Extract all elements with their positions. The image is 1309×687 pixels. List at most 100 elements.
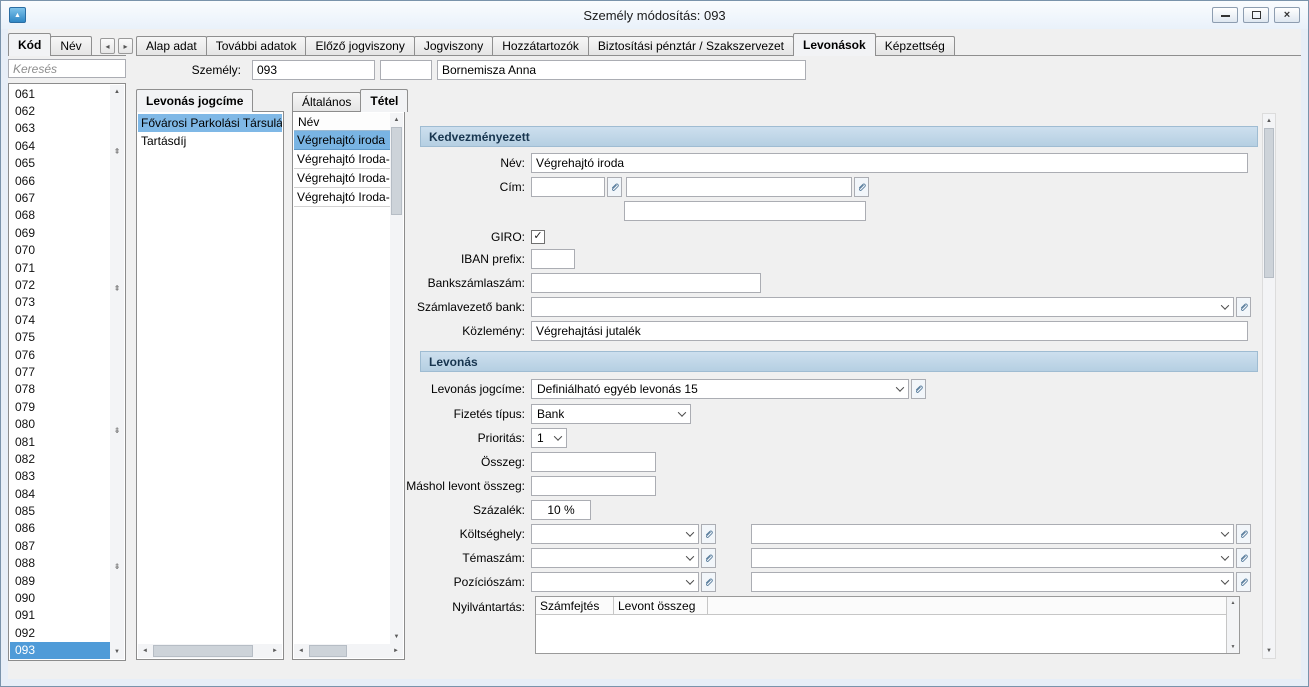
sidebar-tab[interactable]: Kód bbox=[8, 33, 51, 56]
code-list-item[interactable]: 070 bbox=[10, 242, 110, 259]
koltseghely2-select[interactable] bbox=[751, 524, 1234, 544]
close-button[interactable]: × bbox=[1274, 7, 1300, 23]
code-list-item[interactable]: 082 bbox=[10, 450, 110, 467]
code-list-item[interactable]: 081 bbox=[10, 433, 110, 450]
hscroll-thumb[interactable] bbox=[309, 645, 347, 657]
code-list-item[interactable]: 066 bbox=[10, 172, 110, 189]
code-list-item[interactable]: 067 bbox=[10, 189, 110, 206]
tetel-vscrollbar[interactable]: ▲ ▼ bbox=[390, 113, 403, 644]
code-list-item[interactable]: 080 bbox=[10, 415, 110, 432]
osszeg-input[interactable] bbox=[531, 452, 656, 472]
detail-vscrollbar[interactable]: ▲ ▼ bbox=[1262, 113, 1276, 659]
tab-scroll-left-button[interactable]: ◂ bbox=[100, 38, 115, 54]
code-list-item[interactable]: 076 bbox=[10, 346, 110, 363]
titlebar[interactable]: ▲ Személy módosítás: 093 × bbox=[1, 1, 1308, 29]
pozicioszam2-select[interactable] bbox=[751, 572, 1234, 592]
temaszam2-attach-button[interactable] bbox=[1236, 548, 1251, 568]
pozicioszam2-attach-button[interactable] bbox=[1236, 572, 1251, 592]
code-list-item[interactable]: 072 bbox=[10, 276, 110, 293]
code-list-item[interactable]: 073 bbox=[10, 294, 110, 311]
code-list-item[interactable]: 061 bbox=[10, 85, 110, 102]
code-list-item[interactable]: 075 bbox=[10, 328, 110, 345]
code-list-item[interactable]: 087 bbox=[10, 537, 110, 554]
code-list-item[interactable]: 092 bbox=[10, 624, 110, 641]
sidebar-tab[interactable]: Név bbox=[50, 36, 91, 55]
person-extra-input[interactable] bbox=[380, 60, 432, 80]
search-input[interactable] bbox=[8, 59, 126, 78]
fizetes-select[interactable]: Bank bbox=[531, 404, 691, 424]
code-list-item[interactable]: 068 bbox=[10, 207, 110, 224]
scroll-right-button[interactable]: ► bbox=[268, 644, 282, 658]
tab-scroll-right-button[interactable]: ▸ bbox=[118, 38, 133, 54]
scroll-mark-icon[interactable]: ⇟ bbox=[110, 563, 124, 571]
scroll-down-button[interactable]: ▼ bbox=[390, 630, 403, 644]
koltseghely-select[interactable] bbox=[531, 524, 699, 544]
jogcim-list-item[interactable]: Tartásdíj bbox=[138, 132, 282, 150]
scroll-right-button[interactable]: ► bbox=[389, 644, 403, 658]
scroll-up-button[interactable]: ▲ bbox=[1227, 597, 1239, 609]
prioritas-select[interactable]: 1 bbox=[531, 428, 567, 448]
code-list-item[interactable]: 064 bbox=[10, 137, 110, 154]
main-tab[interactable]: Képzettség bbox=[875, 36, 955, 55]
code-list-item[interactable]: 085 bbox=[10, 502, 110, 519]
tetel-tab[interactable]: Tétel bbox=[360, 89, 408, 112]
cim-city-input[interactable] bbox=[626, 177, 852, 197]
temaszam2-select[interactable] bbox=[751, 548, 1234, 568]
koltseghely2-attach-button[interactable] bbox=[1236, 524, 1251, 544]
code-list-item[interactable]: 083 bbox=[10, 468, 110, 485]
cim-zip-input[interactable] bbox=[531, 177, 605, 197]
scroll-down-button[interactable]: ▼ bbox=[1227, 641, 1239, 653]
scroll-down-button[interactable]: ▼ bbox=[1263, 644, 1275, 658]
code-list-item[interactable]: 086 bbox=[10, 520, 110, 537]
cim-street-input[interactable] bbox=[624, 201, 866, 221]
scroll-up-button[interactable]: ▲ bbox=[390, 113, 403, 127]
code-list-item[interactable]: 071 bbox=[10, 259, 110, 276]
main-tab[interactable]: Alap adat bbox=[136, 36, 207, 55]
cim-zip-attach-button[interactable] bbox=[607, 177, 622, 197]
column-header-levont-osszeg[interactable]: Levont összeg bbox=[614, 597, 708, 614]
cim-city-attach-button[interactable] bbox=[854, 177, 869, 197]
koltseghely-attach-button[interactable] bbox=[701, 524, 716, 544]
nev-input[interactable] bbox=[531, 153, 1248, 173]
table-scrollbar[interactable]: ▲ ▼ bbox=[1226, 597, 1239, 653]
mashol-input[interactable] bbox=[531, 476, 656, 496]
szamlavezeto-select[interactable] bbox=[531, 297, 1234, 317]
tetel-hscrollbar[interactable]: ◄ ► bbox=[294, 644, 403, 658]
code-list-item[interactable]: 069 bbox=[10, 224, 110, 241]
code-list-item[interactable]: 089 bbox=[10, 572, 110, 589]
code-list-item[interactable]: 090 bbox=[10, 589, 110, 606]
tetel-list-item[interactable]: Végrehajtó iroda bbox=[294, 131, 391, 150]
jogcim-hscrollbar[interactable]: ◄ ► bbox=[138, 644, 282, 658]
code-list-item[interactable]: 091 bbox=[10, 607, 110, 624]
szamlavezeto-attach-button[interactable] bbox=[1236, 297, 1251, 317]
person-name-input[interactable] bbox=[437, 60, 806, 80]
tetel-list-item[interactable]: Végrehajtó Iroda- bbox=[294, 169, 391, 188]
main-tab[interactable]: Jogviszony bbox=[414, 36, 493, 55]
code-list-scrollbar[interactable]: ▲ ⇞⇞⇟⇟ ▼ bbox=[110, 85, 124, 659]
person-code-input[interactable] bbox=[252, 60, 375, 80]
iban-prefix-input[interactable] bbox=[531, 249, 575, 269]
code-list-item[interactable]: 077 bbox=[10, 363, 110, 380]
code-list-item[interactable]: 062 bbox=[10, 102, 110, 119]
vscroll-thumb[interactable] bbox=[1264, 128, 1274, 278]
szazalek-input[interactable] bbox=[531, 500, 591, 520]
scroll-left-button[interactable]: ◄ bbox=[138, 644, 152, 658]
code-list-item[interactable]: 063 bbox=[10, 120, 110, 137]
hscroll-thumb[interactable] bbox=[153, 645, 253, 657]
code-list-item[interactable]: 088 bbox=[10, 555, 110, 572]
jogcim-attach-button[interactable] bbox=[911, 379, 926, 399]
tetel-tab[interactable]: Általános bbox=[292, 92, 361, 111]
pozicioszam-select[interactable] bbox=[531, 572, 699, 592]
scroll-mark-icon[interactable]: ⇟ bbox=[110, 427, 124, 435]
code-list-item[interactable]: 079 bbox=[10, 398, 110, 415]
jogcim-tab[interactable]: Levonás jogcíme bbox=[136, 89, 253, 112]
pozicioszam-attach-button[interactable] bbox=[701, 572, 716, 592]
code-list-item[interactable]: 065 bbox=[10, 155, 110, 172]
jogcim-select[interactable]: Definiálható egyéb levonás 15 bbox=[531, 379, 909, 399]
jogcim-list-item[interactable]: Fővárosi Parkolási Társulá bbox=[138, 114, 282, 132]
minimize-button[interactable] bbox=[1212, 7, 1238, 23]
temaszam-attach-button[interactable] bbox=[701, 548, 716, 568]
temaszam-select[interactable] bbox=[531, 548, 699, 568]
tetel-list-item[interactable]: Végrehajtó Iroda- bbox=[294, 150, 391, 169]
giro-checkbox[interactable]: ✓ bbox=[531, 230, 545, 244]
